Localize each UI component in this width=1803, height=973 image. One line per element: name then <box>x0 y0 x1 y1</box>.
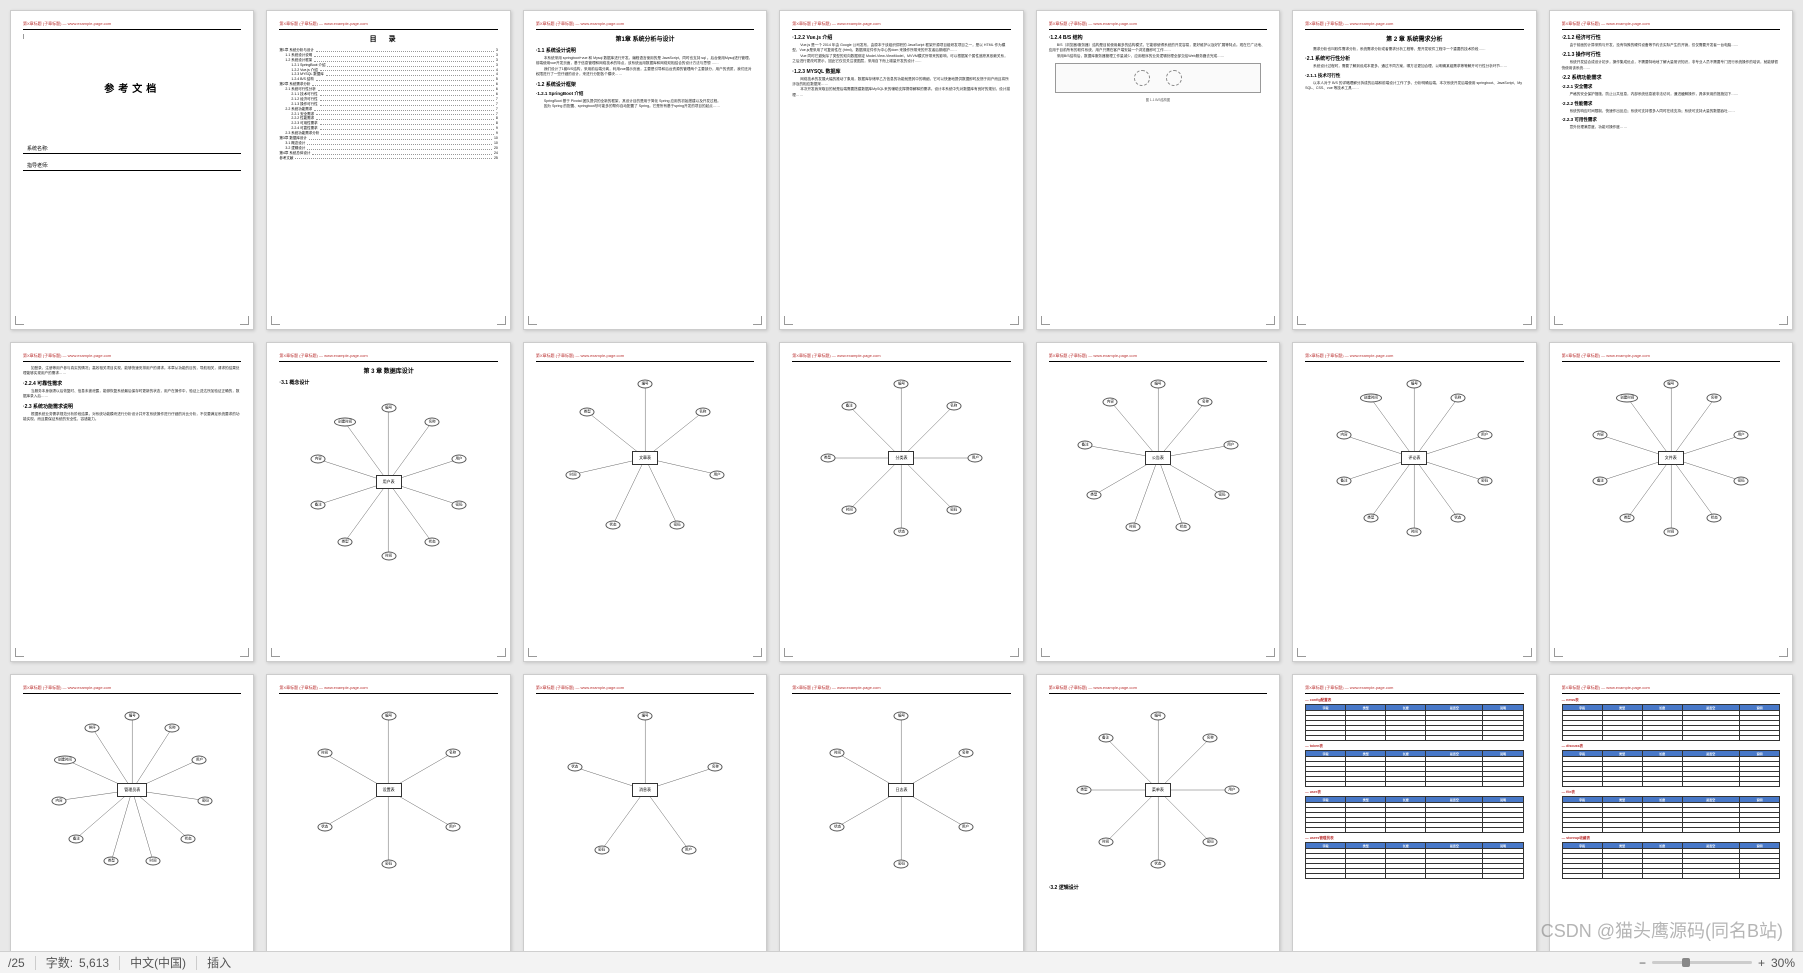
zoom-value[interactable]: 30% <box>1771 956 1795 970</box>
page-17[interactable]: 第X章标题 (子章标题) — www.example-page.com 消息表编… <box>523 674 767 951</box>
page-6[interactable]: 第X章标题 (子章标题) — www.example-page.com 第 2 … <box>1292 10 1536 330</box>
page-11[interactable]: 第X章标题 (子章标题) — www.example-page.com 分类表编… <box>779 342 1023 662</box>
toc-title: 目录 <box>279 34 497 44</box>
er-diagram-10: 日志表编号名称用户密码状态时间 <box>792 700 1010 880</box>
word-count-label: 字数: <box>46 954 73 971</box>
page-12[interactable]: 第X章标题 (子章标题) — www.example-page.com 公告表编… <box>1036 342 1280 662</box>
er-diagram-9: 消息表编号名称用户密码状态 <box>536 700 754 880</box>
page-7[interactable]: 第X章标题 (子章标题) — www.example-page.com ·2.1… <box>1549 10 1793 330</box>
er-diagram-1: 用户表 编号名称用户密码状态时间类型备注内容创建时间 <box>279 392 497 572</box>
bs-structure-figure <box>1055 63 1261 93</box>
cover-meta: 系统名称: 指导老师: <box>23 145 241 171</box>
page-19[interactable]: 第X章标题 (子章标题) — www.example-page.com 菜单表编… <box>1036 674 1280 951</box>
page-20[interactable]: 第X章标题 (子章标题) — www.example-page.com — co… <box>1292 674 1536 951</box>
er-diagram-4: 公告表编号名称用户密码状态时间类型备注内容 <box>1049 368 1267 548</box>
page-10[interactable]: 第X章标题 (子章标题) — www.example-page.com 文章表编… <box>523 342 767 662</box>
er-diagram-11: 菜单表编号名称用户密码状态时间类型备注 <box>1049 700 1267 880</box>
page-13[interactable]: 第X章标题 (子章标题) — www.example-page.com 评论表编… <box>1292 342 1536 662</box>
word-count[interactable]: 5,613 <box>79 956 109 970</box>
er-diagram-3: 分类表编号名称用户密码状态时间类型备注 <box>792 368 1010 548</box>
page-indicator[interactable]: /25 <box>8 956 25 970</box>
insert-mode[interactable]: 插入 <box>207 954 231 971</box>
er-diagram-7: 管理员表编号名称用户密码状态时间类型备注内容创建时间排序 <box>23 700 241 880</box>
meta-advisor: 指导老师: <box>23 162 241 171</box>
er-diagram-2: 文章表编号名称用户密码状态时间类型 <box>536 368 754 548</box>
db-tables-b: — news表字段类型长度是否空说明— discuss表字段类型长度是否空说明—… <box>1562 698 1780 879</box>
zoom-slider[interactable] <box>1652 961 1752 964</box>
page-3[interactable]: 第X章标题 (子章标题) — www.example-page.com 第1章 … <box>523 10 767 330</box>
page-2-toc[interactable]: 第X章标题 (子章标题) — www.example-page.com 目录 第… <box>266 10 510 330</box>
er-diagram-6: 文件表编号名称用户密码状态时间类型备注内容创建时间 <box>1562 368 1780 548</box>
page-grid-viewport[interactable]: 第X章标题 (子章标题) — www.example-page.com | 参考… <box>0 0 1803 951</box>
language[interactable]: 中文(中国) <box>130 954 186 971</box>
zoom-in-icon[interactable]: + <box>1758 956 1765 970</box>
page-4[interactable]: 第X章标题 (子章标题) — www.example-page.com ·1.2… <box>779 10 1023 330</box>
doc-title: 参考文档 <box>23 80 241 95</box>
page-1-cover[interactable]: 第X章标题 (子章标题) — www.example-page.com | 参考… <box>10 10 254 330</box>
page-grid: 第X章标题 (子章标题) — www.example-page.com | 参考… <box>10 10 1793 951</box>
status-bar: /25 字数: 5,613 中文(中国) 插入 − + 30% <box>0 951 1803 973</box>
page-9[interactable]: 第X章标题 (子章标题) — www.example-page.com 第 3 … <box>266 342 510 662</box>
page-15[interactable]: 第X章标题 (子章标题) — www.example-page.com 管理员表… <box>10 674 254 951</box>
page-21[interactable]: 第X章标题 (子章标题) — www.example-page.com — ne… <box>1549 674 1793 951</box>
toc-list: 第1章 系统分析与设计31.1 系统设计说明31.2 系统设计框架31.2.1 … <box>279 48 497 160</box>
page-8[interactable]: 第X章标题 (子章标题) — www.example-page.com 如登录，… <box>10 342 254 662</box>
er-diagram-8: 设置表编号名称用户密码状态时间 <box>279 700 497 880</box>
er-diagram-5: 评论表编号名称用户密码状态时间类型备注内容创建时间 <box>1305 368 1523 548</box>
page-5[interactable]: 第X章标题 (子章标题) — www.example-page.com ·1.2… <box>1036 10 1280 330</box>
meta-sysname: 系统名称: <box>23 145 241 154</box>
db-tables-a: — config配置表字段类型长度是否空说明— token表字段类型长度是否空说… <box>1305 698 1523 879</box>
zoom-out-icon[interactable]: − <box>1639 956 1646 970</box>
page-16[interactable]: 第X章标题 (子章标题) — www.example-page.com 设置表编… <box>266 674 510 951</box>
page-14[interactable]: 第X章标题 (子章标题) — www.example-page.com 文件表编… <box>1549 342 1793 662</box>
page-header: 第X章标题 (子章标题) — www.example-page.com <box>23 21 241 30</box>
page-18[interactable]: 第X章标题 (子章标题) — www.example-page.com 日志表编… <box>779 674 1023 951</box>
chapter-title: 第1章 系统分析与设计 <box>536 34 754 43</box>
